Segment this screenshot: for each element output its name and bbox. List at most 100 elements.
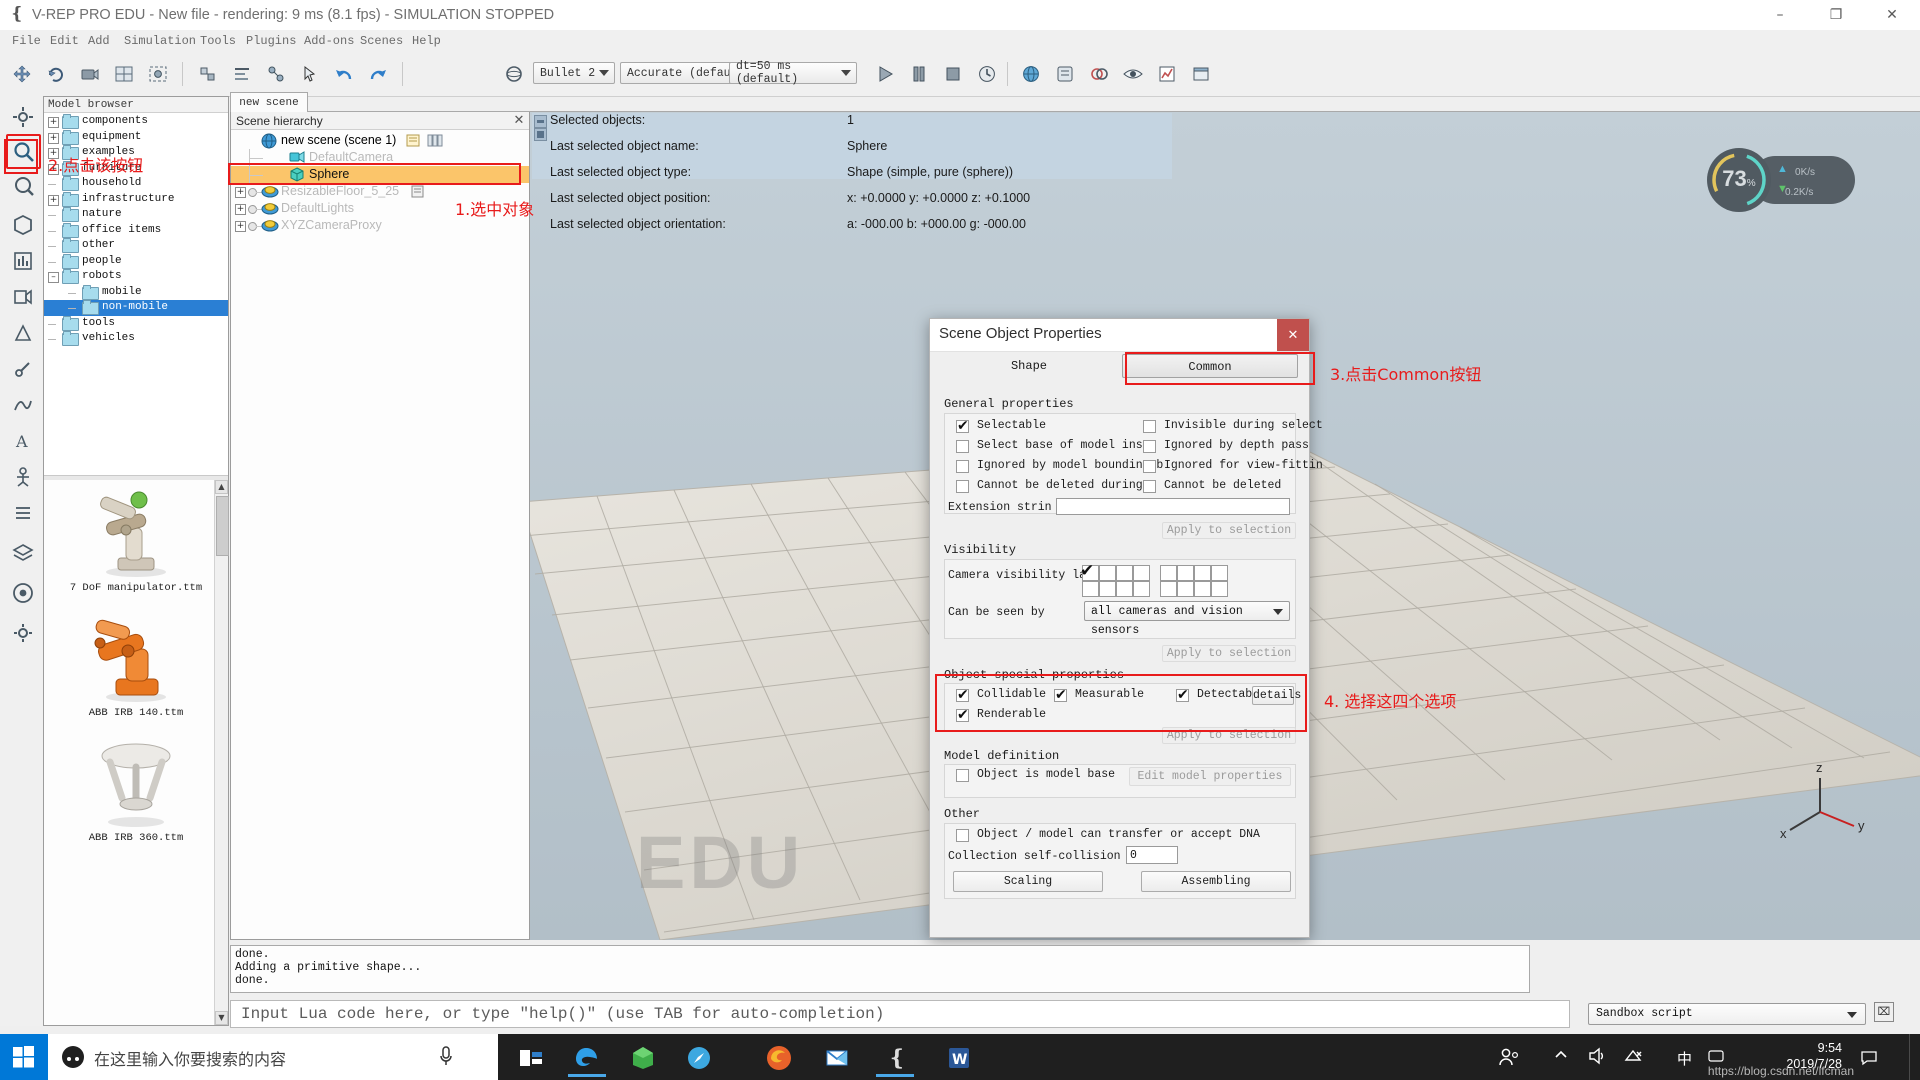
- model-browser-scrollbar[interactable]: ▲ ▼: [214, 480, 229, 1025]
- model-browser-tree-item[interactable]: tools: [44, 315, 228, 332]
- checkbox-box[interactable]: [1054, 687, 1067, 703]
- pause-simulation-button[interactable]: [903, 58, 935, 90]
- rail-text-icon[interactable]: A: [6, 424, 39, 457]
- apply-to-selection-special[interactable]: Apply to selection: [1162, 727, 1296, 744]
- model-browser-tree-item[interactable]: nature: [44, 207, 228, 223]
- menu-addons[interactable]: Add-ons: [300, 32, 358, 50]
- rail-layers-icon[interactable]: [6, 536, 39, 569]
- hierarchy-row[interactable]: new scene (scene 1): [231, 132, 529, 149]
- camera-icon[interactable]: [74, 58, 106, 90]
- select-tool-icon[interactable]: [294, 58, 326, 90]
- visibility-eye-icon[interactable]: [1117, 58, 1149, 90]
- checkbox-box[interactable]: [956, 829, 969, 842]
- detectable-details-button[interactable]: details: [1252, 686, 1301, 705]
- model-card[interactable]: ABB IRB 360.ttm: [44, 730, 228, 855]
- checkbox-box[interactable]: [1143, 480, 1156, 493]
- rail-settings-icon[interactable]: [6, 100, 39, 133]
- menu-plugins[interactable]: Plugins: [242, 32, 300, 50]
- edit-model-properties-button[interactable]: Edit model properties: [1129, 767, 1291, 786]
- model-browser-tree-item[interactable]: – robots: [44, 269, 228, 285]
- layer-checkbox-12[interactable]: [1133, 581, 1150, 597]
- rail-path-icon[interactable]: [6, 388, 39, 421]
- notification-icon[interactable]: [1860, 1048, 1878, 1071]
- status-console[interactable]: done. Adding a primitive shape... done.: [230, 945, 1530, 993]
- accuracy-select[interactable]: Accurate (defau: [620, 62, 745, 84]
- undo-redo-group-icon[interactable]: [192, 58, 224, 90]
- layer-checkbox-2[interactable]: [1099, 565, 1116, 581]
- people-icon[interactable]: [1498, 1047, 1520, 1072]
- rail-model-browser-icon[interactable]: [6, 134, 41, 169]
- close-icon[interactable]: ⌧: [1874, 1002, 1894, 1022]
- hierarchy-row[interactable]: DefaultCamera: [231, 149, 529, 166]
- menu-scenes[interactable]: Scenes: [356, 32, 407, 50]
- network-speed-widget[interactable]: 73% ▲ ▼ 0K/s 0.2K/s: [1707, 148, 1855, 212]
- layer-checkbox-11[interactable]: [1116, 581, 1133, 597]
- redo-icon[interactable]: [362, 58, 394, 90]
- rotate-tool-icon[interactable]: [40, 58, 72, 90]
- mail-icon[interactable]: [818, 1039, 856, 1077]
- layer-checkbox-8[interactable]: [1211, 565, 1228, 581]
- tree-expander-icon[interactable]: +: [48, 117, 59, 128]
- rail-vision-sensor-icon[interactable]: [6, 280, 39, 313]
- menu-edit[interactable]: Edit: [46, 32, 83, 50]
- align-icon[interactable]: [226, 58, 258, 90]
- physics-engine-icon[interactable]: [498, 58, 530, 90]
- rail-gear-icon[interactable]: [6, 616, 39, 649]
- menu-file[interactable]: File: [8, 32, 45, 50]
- model-browser-tree-item[interactable]: other: [44, 238, 228, 254]
- assembling-button[interactable]: Assembling: [1141, 871, 1291, 892]
- layer-checkbox-15[interactable]: [1194, 581, 1211, 597]
- tab-shape[interactable]: Shape: [944, 354, 1114, 378]
- scrollbar-thumb[interactable]: [216, 496, 229, 556]
- checkbox-box[interactable]: [956, 707, 969, 723]
- collision-icon[interactable]: [1083, 58, 1115, 90]
- realtime-toggle-icon[interactable]: [971, 58, 1003, 90]
- can-be-seen-by-select[interactable]: all cameras and vision sensors: [1084, 601, 1290, 637]
- stop-simulation-button[interactable]: [937, 58, 969, 90]
- layer-checkbox-16[interactable]: [1211, 581, 1228, 597]
- rail-chart-icon[interactable]: [6, 244, 39, 277]
- menu-tools[interactable]: Tools: [196, 32, 240, 50]
- model-browser-tree-item[interactable]: household: [44, 176, 228, 192]
- checkbox-box[interactable]: [1143, 460, 1156, 473]
- graph-icon[interactable]: [1151, 58, 1183, 90]
- model-browser-tree-item[interactable]: non-mobile: [44, 300, 228, 316]
- compass-app-icon[interactable]: [680, 1039, 718, 1077]
- chevron-up-icon[interactable]: [1554, 1048, 1568, 1067]
- menu-simulation[interactable]: Simulation: [120, 32, 200, 50]
- tree-expander-icon[interactable]: +: [48, 194, 59, 206]
- globe-settings-icon[interactable]: [1015, 58, 1047, 90]
- transform-icon[interactable]: [260, 58, 292, 90]
- lua-console-bar[interactable]: Input Lua code here, or type "help()" (u…: [230, 1000, 1570, 1028]
- close-icon[interactable]: ✕: [512, 114, 526, 128]
- layer-checkbox-7[interactable]: [1194, 565, 1211, 581]
- taskbar-search-box[interactable]: 在这里输入你要搜索的内容: [48, 1034, 498, 1080]
- rail-list-icon[interactable]: [6, 496, 39, 529]
- layer-checkbox-14[interactable]: [1177, 581, 1194, 597]
- scroll-up-icon[interactable]: ▲: [215, 480, 228, 494]
- hierarchy-row-selected[interactable]: Sphere: [231, 166, 529, 183]
- checkbox-box[interactable]: [956, 418, 969, 434]
- rail-scene-hierarchy-icon[interactable]: [6, 168, 39, 201]
- apply-to-selection-visibility[interactable]: Apply to selection: [1162, 645, 1296, 662]
- user-interface-icon[interactable]: [1185, 58, 1217, 90]
- play-simulation-button[interactable]: [869, 58, 901, 90]
- checkbox-box[interactable]: [956, 480, 969, 493]
- task-view-icon[interactable]: [512, 1039, 550, 1077]
- network-icon[interactable]: [1624, 1048, 1642, 1069]
- rail-shape-icon[interactable]: [6, 208, 39, 241]
- microphone-icon[interactable]: [438, 1045, 454, 1072]
- fit-view-icon[interactable]: [142, 58, 174, 90]
- scroll-down-icon[interactable]: ▼: [215, 1011, 228, 1025]
- menu-help[interactable]: Help: [408, 32, 445, 50]
- layer-checkbox-9[interactable]: [1082, 581, 1099, 597]
- checkbox-box[interactable]: [956, 687, 969, 703]
- show-desktop-button[interactable]: [1909, 1034, 1918, 1080]
- model-card[interactable]: ABB IRB 140.ttm: [44, 605, 228, 730]
- script-target-select[interactable]: Sandbox script: [1588, 1003, 1866, 1025]
- rail-dynamics-icon[interactable]: [6, 576, 39, 609]
- ime-indicator[interactable]: 中: [1677, 1048, 1692, 1069]
- checkbox-box[interactable]: [1143, 440, 1156, 453]
- layer-checkbox-4[interactable]: [1133, 565, 1150, 581]
- move-tool-icon[interactable]: [6, 58, 38, 90]
